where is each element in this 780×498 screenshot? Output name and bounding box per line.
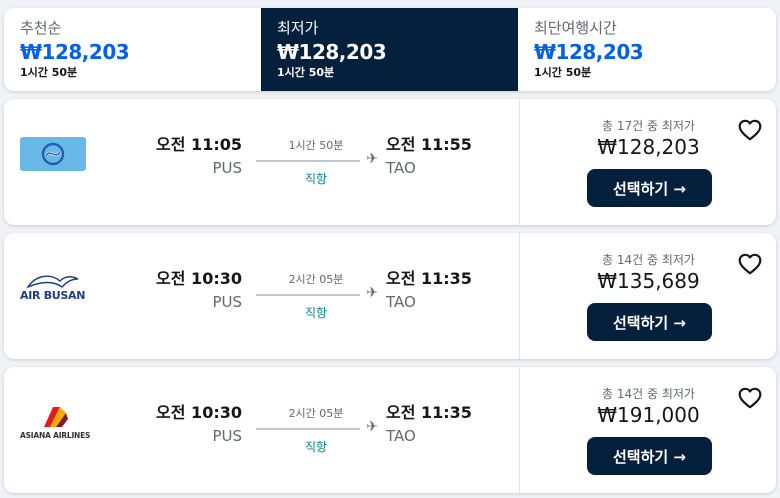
heart-icon[interactable] bbox=[737, 251, 763, 277]
sort-tab-cheapest[interactable]: 최저가 ₩128,203 1시간 50분 bbox=[261, 8, 518, 91]
air-busan-logo: AIR BUSAN bbox=[20, 271, 86, 307]
arrival-time: 오전 11:35 bbox=[386, 269, 472, 288]
asiana-airlines-logo: ASIANA AIRLINES bbox=[20, 405, 90, 441]
flight-duration: 2시간 05분 bbox=[288, 273, 344, 286]
sort-tabs: 추천순 ₩128,203 1시간 50분 최저가 ₩128,203 1시간 50… bbox=[4, 8, 776, 91]
select-button[interactable]: 선택하기 → bbox=[587, 169, 712, 207]
departure-time: 오전 10:30 bbox=[156, 403, 242, 422]
arrival-airport: TAO bbox=[386, 159, 416, 177]
price-panel: 총 17건 중 최저가 ₩128,203 선택하기 → bbox=[519, 99, 776, 225]
arrival: 오전 11:35 TAO bbox=[386, 268, 472, 314]
plane-icon: ✈ bbox=[366, 151, 378, 167]
stops-label: 직항 bbox=[304, 440, 328, 454]
select-button[interactable]: 선택하기 → bbox=[587, 437, 712, 475]
sort-tab-label: 최단여행시간 bbox=[534, 19, 617, 37]
flight-result-card[interactable]: 오전 11:05 PUS 1시간 50분 ✈ 직항 오전 11:55 TAO 총… bbox=[4, 99, 776, 225]
flight-duration-info: 1시간 50분 ✈ 직항 bbox=[254, 138, 378, 190]
flight-itinerary[interactable]: AIR BUSAN 오전 10:30 PUS 2시간 05분 ✈ 직항 오전 1… bbox=[4, 233, 519, 359]
heart-icon[interactable] bbox=[737, 385, 763, 411]
sort-tab-fastest[interactable]: 최단여행시간 ₩128,203 1시간 50분 bbox=[518, 8, 776, 91]
arrival-airport: TAO bbox=[386, 293, 416, 311]
stops-label: 직항 bbox=[304, 306, 328, 320]
airline-name: AIR BUSAN bbox=[20, 289, 86, 302]
arrival: 오전 11:35 TAO bbox=[386, 402, 472, 448]
flight-duration-info: 2시간 05분 ✈ 직항 bbox=[254, 406, 378, 458]
flight-duration-info: 2시간 05분 ✈ 직항 bbox=[254, 272, 378, 324]
sort-tab-price: ₩128,203 bbox=[534, 40, 644, 64]
price-panel: 총 14건 중 최저가 ₩135,689 선택하기 → bbox=[519, 233, 776, 359]
departure-airport: PUS bbox=[212, 159, 242, 177]
sort-tab-duration: 1시간 50분 bbox=[534, 66, 592, 79]
sort-tab-duration: 1시간 50분 bbox=[20, 66, 78, 79]
sort-tab-recommended[interactable]: 추천순 ₩128,203 1시간 50분 bbox=[4, 8, 261, 91]
departure: 오전 11:05 PUS bbox=[156, 134, 242, 180]
flight-duration: 1시간 50분 bbox=[288, 139, 344, 152]
departure: 오전 10:30 PUS bbox=[156, 402, 242, 448]
departure-time: 오전 11:05 bbox=[156, 135, 242, 154]
sort-tab-price: ₩128,203 bbox=[20, 40, 130, 64]
stops-label: 직항 bbox=[304, 172, 328, 186]
generic-airline-logo bbox=[20, 137, 86, 173]
airline-name: ASIANA AIRLINES bbox=[20, 431, 91, 440]
flight-duration: 2시간 05분 bbox=[288, 407, 344, 420]
arrival-time: 오전 11:35 bbox=[386, 403, 472, 422]
plane-icon: ✈ bbox=[366, 285, 378, 301]
sort-tab-price: ₩128,203 bbox=[277, 40, 387, 64]
arrival-airport: TAO bbox=[386, 427, 416, 445]
departure-airport: PUS bbox=[212, 293, 242, 311]
price-panel: 총 14건 중 최저가 ₩191,000 선택하기 → bbox=[519, 367, 776, 493]
plane-icon: ✈ bbox=[366, 419, 378, 435]
arrival: 오전 11:55 TAO bbox=[386, 134, 472, 180]
flight-itinerary[interactable]: 오전 11:05 PUS 1시간 50분 ✈ 직항 오전 11:55 TAO bbox=[4, 99, 519, 225]
sort-tab-label: 최저가 bbox=[277, 19, 319, 37]
departure-airport: PUS bbox=[212, 427, 242, 445]
select-button[interactable]: 선택하기 → bbox=[587, 303, 712, 341]
flight-result-card[interactable]: AIR BUSAN 오전 10:30 PUS 2시간 05분 ✈ 직항 오전 1… bbox=[4, 233, 776, 359]
flight-result-card[interactable]: ASIANA AIRLINES 오전 10:30 PUS 2시간 05분 ✈ 직… bbox=[4, 367, 776, 493]
departure: 오전 10:30 PUS bbox=[156, 268, 242, 314]
flight-itinerary[interactable]: ASIANA AIRLINES 오전 10:30 PUS 2시간 05분 ✈ 직… bbox=[4, 367, 519, 493]
sort-tab-duration: 1시간 50분 bbox=[277, 66, 335, 79]
sort-tab-label: 추천순 bbox=[20, 19, 62, 37]
departure-time: 오전 10:30 bbox=[156, 269, 242, 288]
arrival-time: 오전 11:55 bbox=[386, 135, 472, 154]
heart-icon[interactable] bbox=[737, 117, 763, 143]
